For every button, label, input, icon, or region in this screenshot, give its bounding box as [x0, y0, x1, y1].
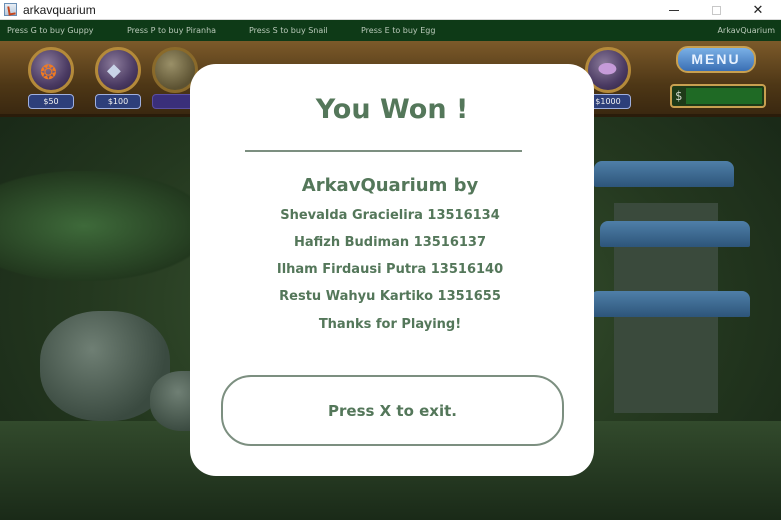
- credit-line: Shevalda Gracielira 13516134: [280, 208, 500, 223]
- guppy-shop-slot[interactable]: ❂: [28, 47, 74, 93]
- guppy-fish-icon: ❂: [40, 60, 57, 84]
- app-icon: [4, 3, 17, 16]
- minimize-button[interactable]: [651, 0, 697, 20]
- money-bar: [686, 88, 762, 104]
- pagoda-roof: [600, 221, 750, 247]
- hint-buy-guppy: Press G to buy Guppy: [7, 26, 94, 35]
- brand-label: ArkavQuarium: [717, 26, 775, 35]
- money-prefix: $: [675, 89, 683, 103]
- bonsai-tree: [0, 171, 210, 281]
- divider: [245, 150, 522, 152]
- pagoda-roof: [594, 161, 734, 187]
- minimize-icon: [669, 9, 679, 11]
- window-titlebar: arkavquarium ✕: [0, 0, 781, 20]
- hint-bar: Press G to buy Guppy Press P to buy Pira…: [0, 20, 781, 41]
- credit-line: Ilham Firdausi Putra 13516140: [276, 262, 504, 277]
- win-title: You Won !: [315, 94, 469, 125]
- piranha-price: $100: [95, 94, 141, 109]
- piranha-fish-icon: ◆: [107, 60, 121, 81]
- credits-heading: ArkavQuarium by: [301, 175, 479, 196]
- maximize-button[interactable]: [693, 0, 739, 20]
- pagoda-roof: [590, 291, 750, 317]
- thanks-message: Thanks for Playing!: [318, 317, 462, 332]
- window-title: arkavquarium: [23, 2, 96, 17]
- menu-button[interactable]: MENU: [676, 46, 756, 73]
- hint-buy-snail: Press S to buy Snail: [249, 26, 328, 35]
- piranha-shop-slot[interactable]: ◆: [95, 47, 141, 93]
- guppy-price: $50: [28, 94, 74, 109]
- credit-line: Restu Wahyu Kartiko 1351655: [279, 289, 501, 304]
- credit-line: Hafizh Budiman 13516137: [293, 235, 487, 250]
- egg-icon: ⬬: [598, 57, 617, 82]
- money-display: $: [670, 84, 766, 108]
- close-button[interactable]: ✕: [735, 0, 781, 20]
- maximize-icon: [711, 5, 721, 15]
- hint-buy-piranha: Press P to buy Piranha: [127, 26, 217, 35]
- hint-buy-egg: Press E to buy Egg: [361, 26, 436, 35]
- exit-button[interactable]: Press X to exit.: [221, 375, 564, 446]
- win-dialog: You Won ! ArkavQuarium by Shevalda Graci…: [190, 64, 594, 476]
